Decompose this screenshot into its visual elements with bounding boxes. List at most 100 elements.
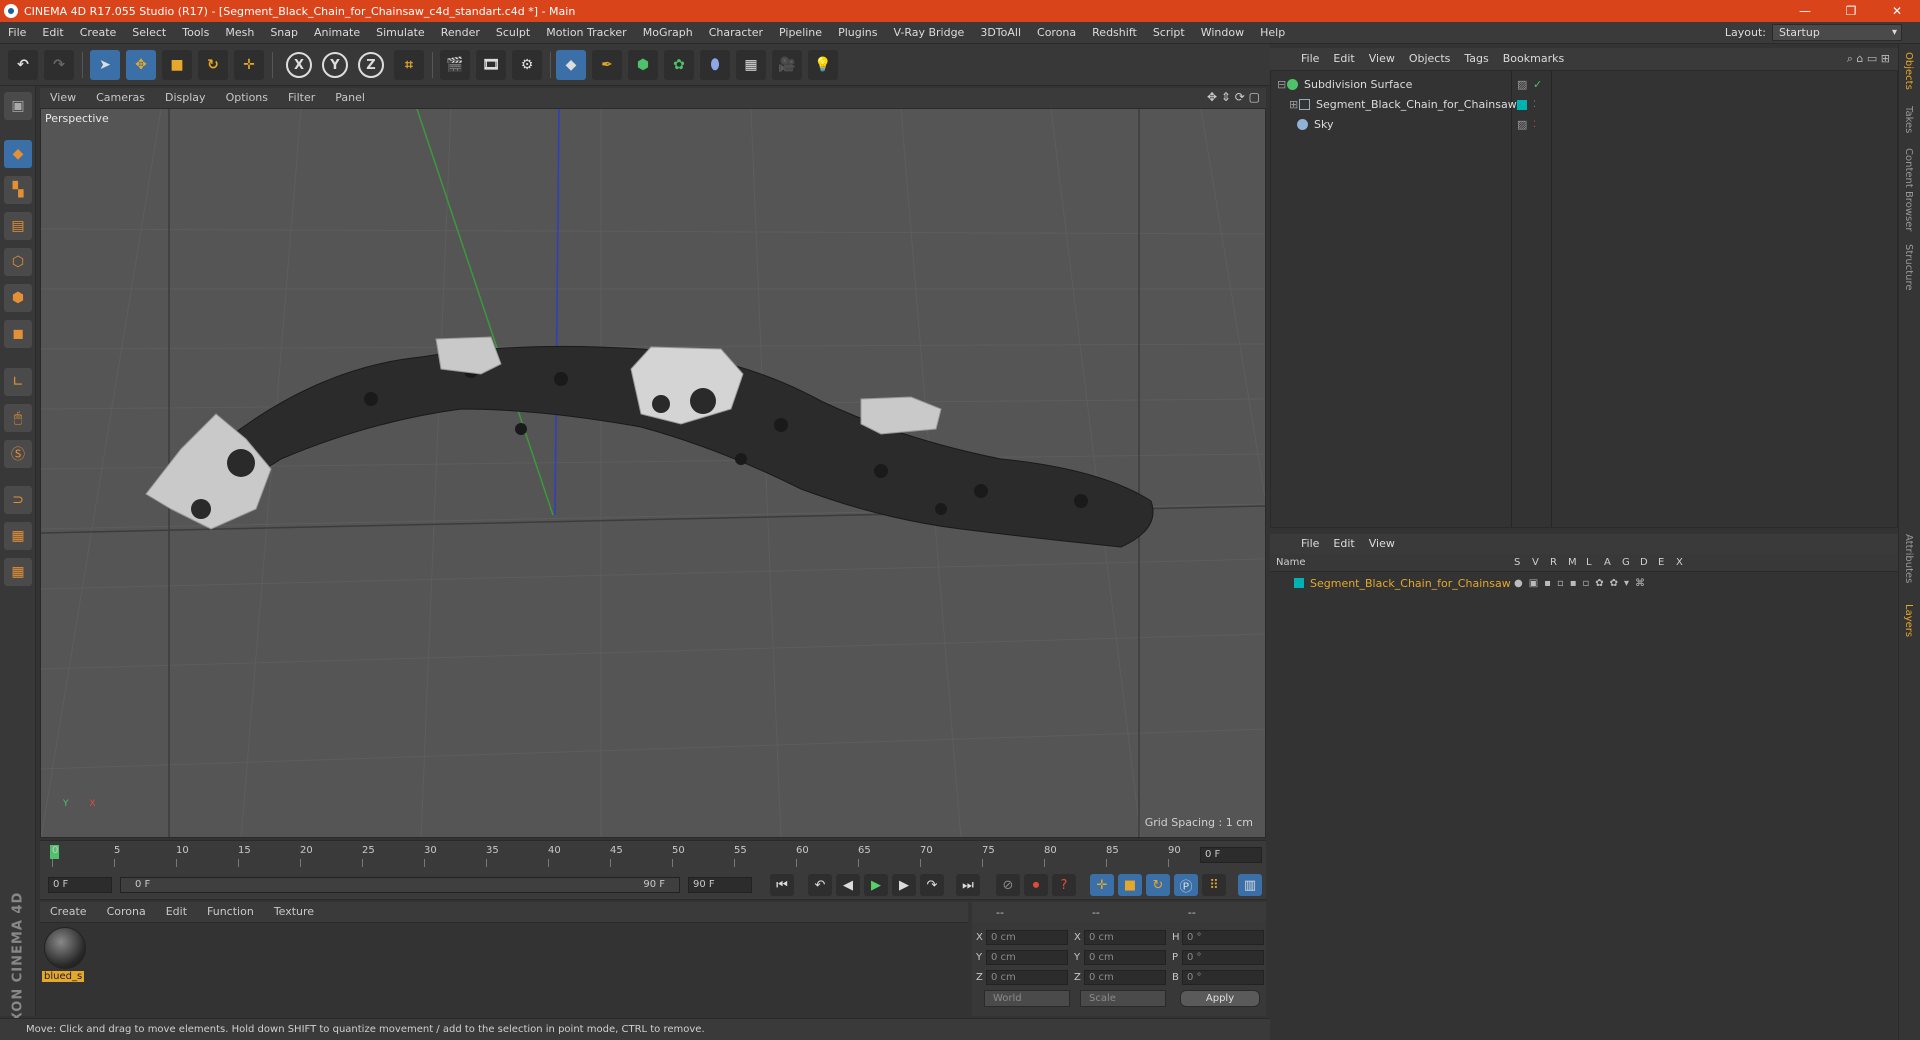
- layer-color-swatch[interactable]: [1517, 99, 1527, 110]
- timeline-ruler[interactable]: 0 5 10 15 20 25 30 35 40 45 50 55 60 65 …: [40, 840, 1266, 870]
- points-mode-icon[interactable]: ⬡: [4, 248, 32, 276]
- menu-file[interactable]: File: [0, 22, 34, 44]
- axis-mode-icon[interactable]: ∟: [4, 368, 32, 396]
- next-frame-icon[interactable]: ▶: [892, 874, 916, 896]
- key-pla-icon[interactable]: ⠿: [1202, 874, 1226, 896]
- light-bulb-icon[interactable]: 💡: [808, 50, 838, 80]
- layer-menu-view[interactable]: View: [1362, 534, 1402, 554]
- cube-object-icon[interactable]: ◆: [556, 50, 586, 80]
- viewport-menu-view[interactable]: View: [40, 88, 86, 108]
- object-name[interactable]: Subdivision Surface: [1304, 78, 1412, 91]
- menu-motion-tracker[interactable]: Motion Tracker: [538, 22, 634, 44]
- key-rotation-icon[interactable]: ↻: [1146, 874, 1170, 896]
- object-row[interactable]: ⊞ Segment_Black_Chain_for_Chainsaw ⁚: [1271, 95, 1897, 114]
- object-row[interactable]: Sky ▨ ⁚: [1271, 115, 1897, 134]
- 3d-viewport[interactable]: Perspective Y X Grid Spacing : 1 cm: [40, 108, 1266, 838]
- rotation-h-field[interactable]: 0 °: [1182, 930, 1264, 945]
- previous-frame-icon[interactable]: ◀: [836, 874, 860, 896]
- side-tab-objects[interactable]: Objects: [1903, 52, 1914, 90]
- menu-sculpt[interactable]: Sculpt: [488, 22, 538, 44]
- size-y-field[interactable]: 0 cm: [1084, 950, 1166, 965]
- layer-tag-icon[interactable]: ▨: [1517, 78, 1527, 91]
- play-icon[interactable]: ▶: [864, 874, 888, 896]
- move-alt-icon[interactable]: ✛: [234, 50, 264, 80]
- viewport-menu-filter[interactable]: Filter: [278, 88, 325, 108]
- render-settings-icon[interactable]: ⚙: [512, 50, 542, 80]
- layer-color-swatch[interactable]: [1294, 578, 1304, 588]
- menu-mograph[interactable]: MoGraph: [635, 22, 701, 44]
- menu-create[interactable]: Create: [72, 22, 125, 44]
- layer-toggle-icons[interactable]: ●▣▪▫▪▫✿✿▾⌘: [1514, 578, 1651, 589]
- go-to-end-icon[interactable]: ⏭: [956, 874, 980, 896]
- viewport-menu-display[interactable]: Display: [155, 88, 216, 108]
- position-y-field[interactable]: 0 cm: [986, 950, 1068, 965]
- object-row[interactable]: ⊟ Subdivision Surface ▨ ✓: [1271, 75, 1897, 94]
- viewport-menu-cameras[interactable]: Cameras: [86, 88, 155, 108]
- size-x-field[interactable]: 0 cm: [1084, 930, 1166, 945]
- deformer-icon[interactable]: ⬮: [700, 50, 730, 80]
- menu-3dtoall[interactable]: 3DToAll: [972, 22, 1029, 44]
- menu-corona[interactable]: Corona: [1029, 22, 1084, 44]
- pen-spline-icon[interactable]: ✒: [592, 50, 622, 80]
- key-parameter-icon[interactable]: Ⓟ: [1174, 874, 1198, 896]
- texture-mode-icon[interactable]: ▚: [4, 176, 32, 204]
- side-tab-attributes[interactable]: Attributes: [1903, 534, 1914, 583]
- start-frame-field[interactable]: 0 F: [48, 877, 112, 893]
- coordinate-space-select[interactable]: World: [984, 990, 1070, 1007]
- side-tab-structure[interactable]: Structure: [1903, 244, 1914, 291]
- menu-tools[interactable]: Tools: [174, 22, 217, 44]
- magnet-icon[interactable]: ⊃: [4, 486, 32, 514]
- layout-select[interactable]: Startup: [1772, 24, 1902, 41]
- key-scale-icon[interactable]: ■: [1118, 874, 1142, 896]
- redo-icon[interactable]: ↷: [44, 50, 74, 80]
- rotation-p-field[interactable]: 0 °: [1182, 950, 1264, 965]
- object-manager-tools-icon[interactable]: ⌕ ⌂ ▭ ⊞: [1847, 52, 1890, 66]
- menu-plugins[interactable]: Plugins: [830, 22, 885, 44]
- menu-help[interactable]: Help: [1252, 22, 1293, 44]
- viewport-menu-options[interactable]: Options: [216, 88, 278, 108]
- axis-z-lock-button[interactable]: Z: [358, 52, 384, 78]
- layer-menu-edit[interactable]: Edit: [1326, 534, 1361, 554]
- layer-row[interactable]: Segment_Black_Chain_for_Chainsaw ●▣▪▫▪▫✿…: [1270, 574, 1896, 592]
- planar-workplane-icon[interactable]: ▦: [4, 558, 32, 586]
- scale-icon[interactable]: ■: [162, 50, 192, 80]
- menu-select[interactable]: Select: [124, 22, 174, 44]
- subdivision-icon[interactable]: ⬢: [628, 50, 658, 80]
- make-editable-icon[interactable]: ▣: [4, 92, 32, 120]
- menu-snap[interactable]: Snap: [262, 22, 306, 44]
- axis-x-lock-button[interactable]: X: [286, 52, 312, 78]
- side-tab-content-browser[interactable]: Content Browser: [1903, 148, 1914, 231]
- tweak-mode-icon[interactable]: 🖱: [4, 404, 32, 432]
- enabled-check-icon[interactable]: ✓: [1533, 78, 1542, 91]
- coordinate-system-icon[interactable]: ⌗: [394, 50, 424, 80]
- end-frame-field[interactable]: 90 F: [688, 877, 752, 893]
- material-menu-create[interactable]: Create: [40, 902, 97, 922]
- select-arrow-icon[interactable]: ➤: [90, 50, 120, 80]
- workplane-icon[interactable]: ▤: [4, 212, 32, 240]
- next-key-icon[interactable]: ↷: [920, 874, 944, 896]
- minimize-button[interactable]: —: [1782, 0, 1828, 22]
- current-frame-field[interactable]: 0 F: [1200, 847, 1262, 863]
- timeline-window-icon[interactable]: ▥: [1238, 874, 1262, 896]
- locked-workplane-icon[interactable]: ▦: [4, 522, 32, 550]
- record-off-icon[interactable]: ⊘: [996, 874, 1020, 896]
- position-z-field[interactable]: 0 cm: [986, 970, 1068, 985]
- model-mode-icon[interactable]: ◆: [4, 140, 32, 168]
- material-menu-function[interactable]: Function: [197, 902, 264, 922]
- layer-name[interactable]: Segment_Black_Chain_for_Chainsaw: [1310, 577, 1511, 590]
- material-menu-texture[interactable]: Texture: [264, 902, 324, 922]
- camera-icon[interactable]: 🎥: [772, 50, 802, 80]
- expand-icon[interactable]: ⊞: [1289, 98, 1299, 111]
- rotate-icon[interactable]: ↻: [198, 50, 228, 80]
- menu-render[interactable]: Render: [433, 22, 488, 44]
- go-to-start-icon[interactable]: ⏮: [770, 874, 794, 896]
- floor-grid-icon[interactable]: ▦: [736, 50, 766, 80]
- render-picture-viewer-icon[interactable]: 🎞: [476, 50, 506, 80]
- restore-button[interactable]: ❐: [1828, 0, 1874, 22]
- edges-mode-icon[interactable]: ⬢: [4, 284, 32, 312]
- undo-icon[interactable]: ↶: [8, 50, 38, 80]
- menu-edit[interactable]: Edit: [34, 22, 71, 44]
- object-name[interactable]: Sky: [1314, 118, 1333, 131]
- side-tab-takes[interactable]: Takes: [1903, 106, 1914, 133]
- snap-icon[interactable]: Ⓢ: [4, 440, 32, 468]
